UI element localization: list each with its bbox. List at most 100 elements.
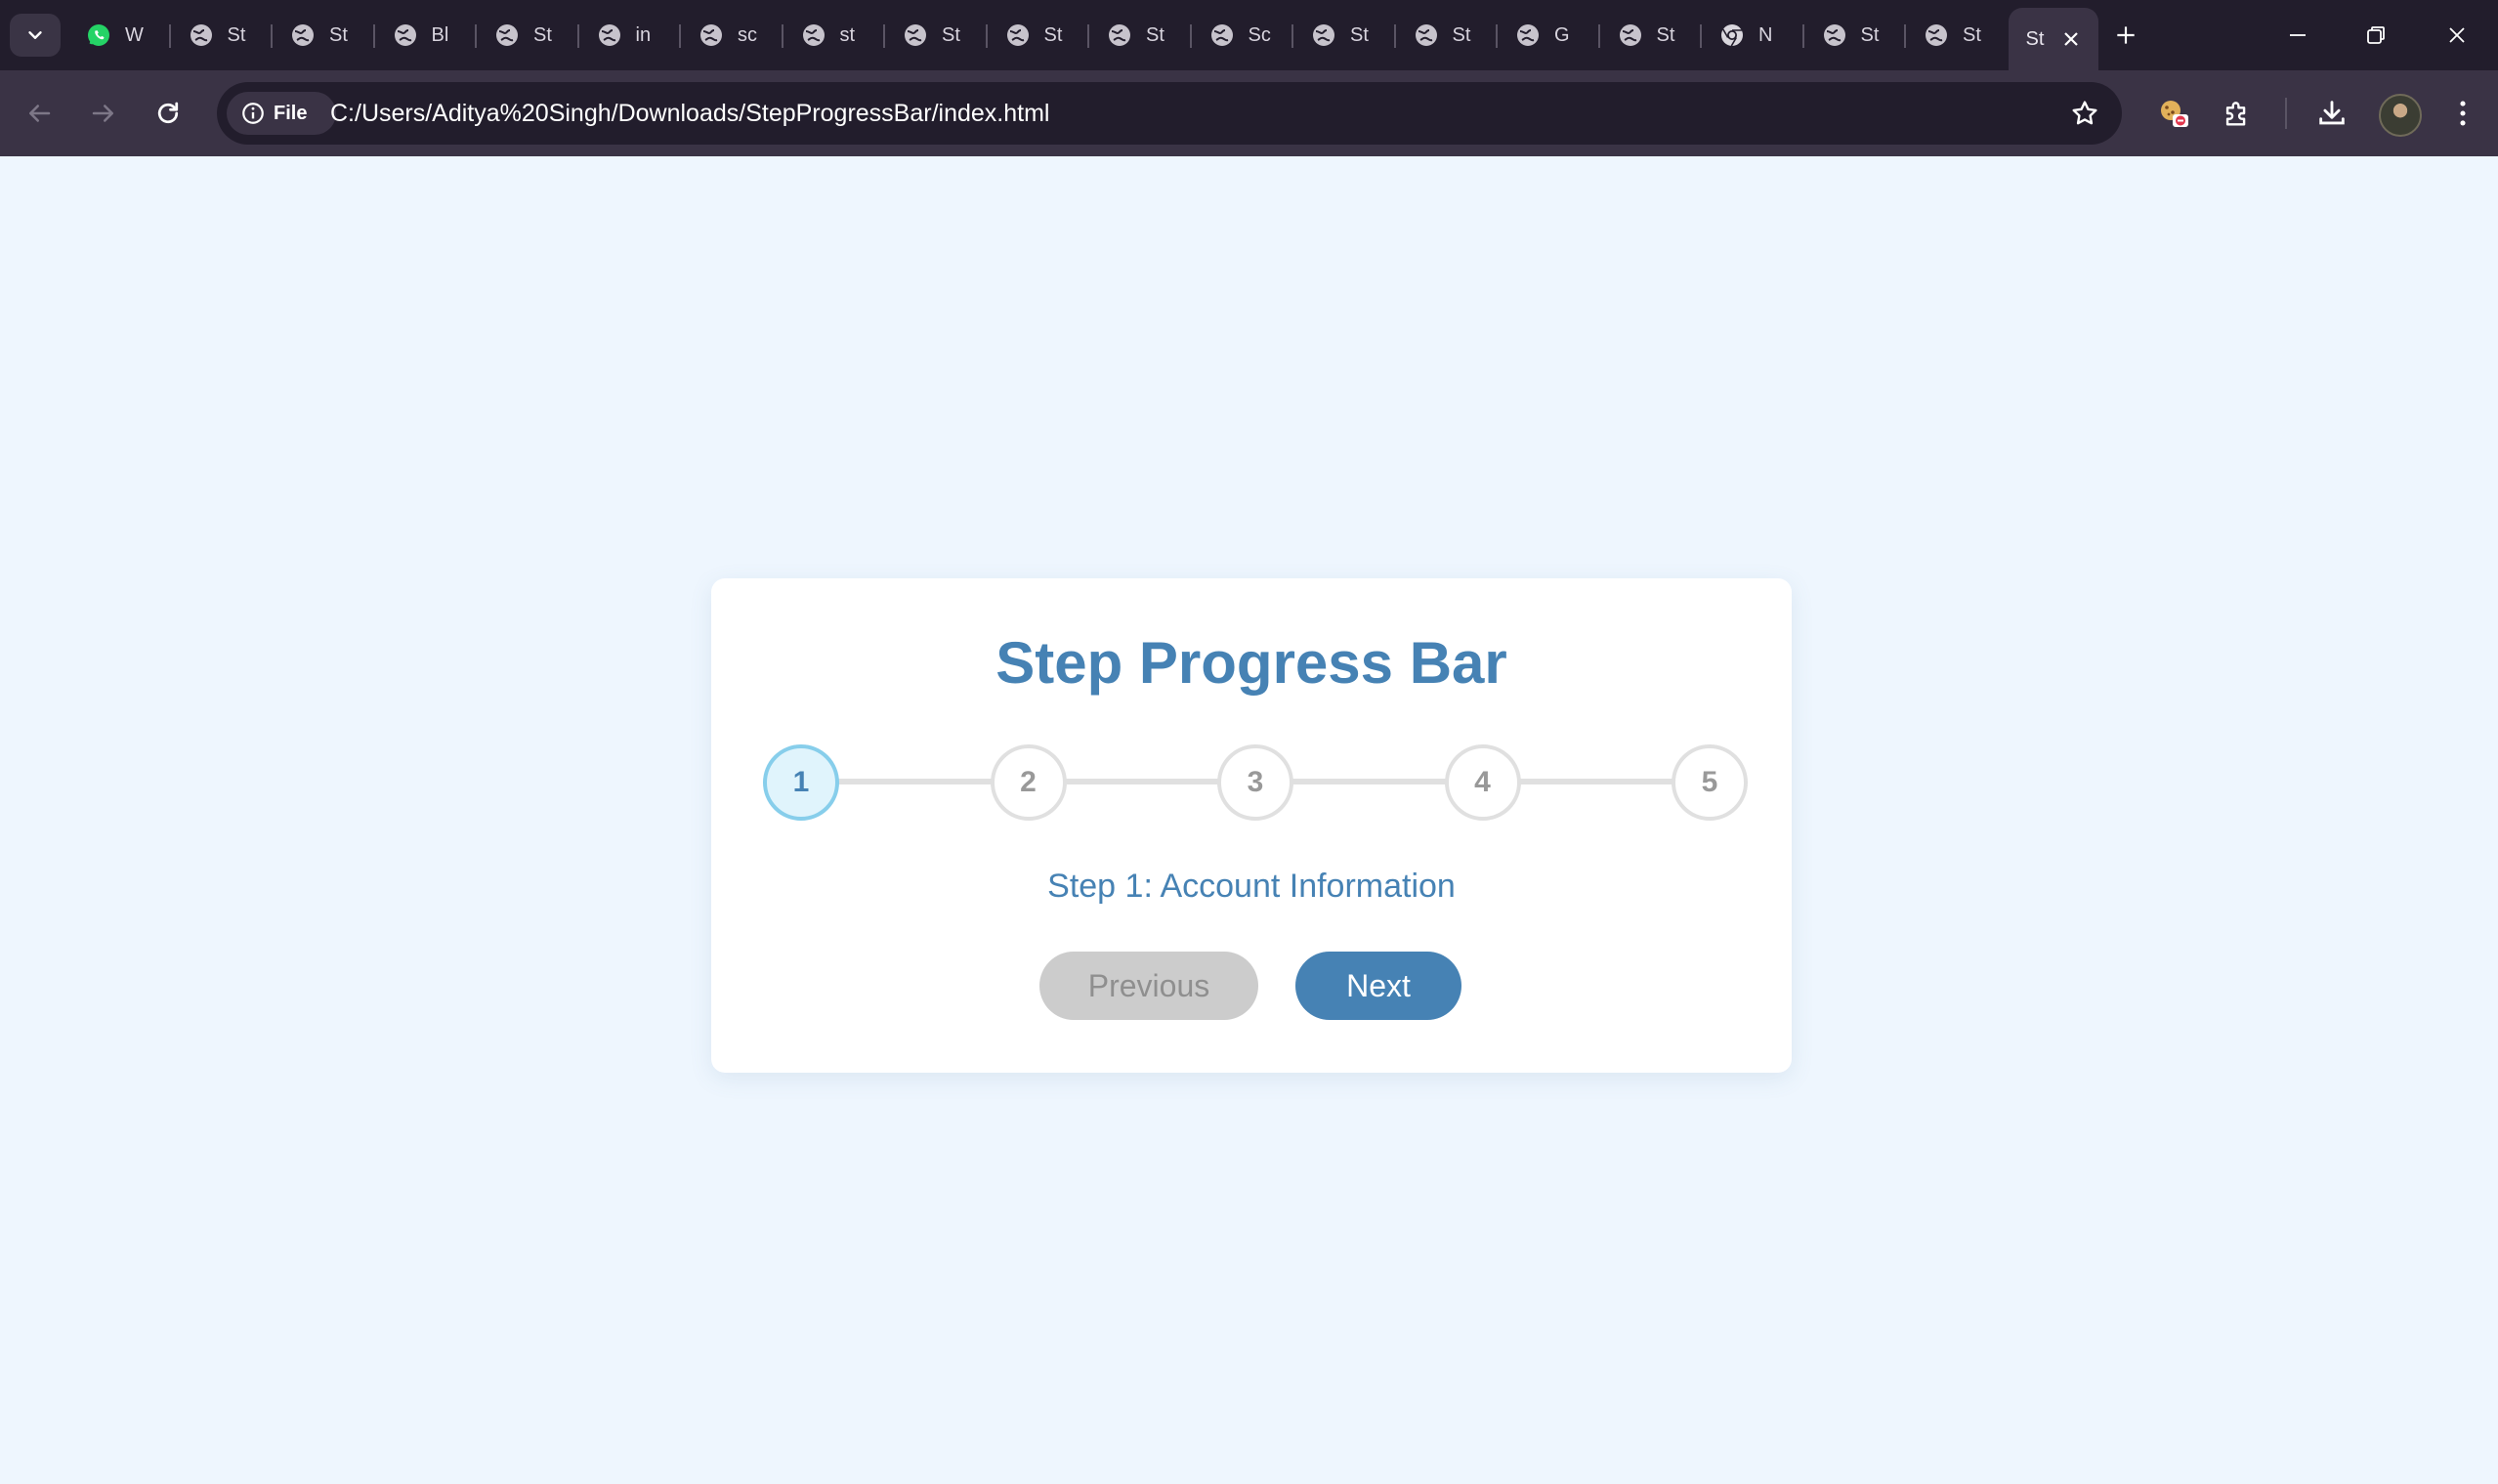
browser-tab[interactable]: st (783, 8, 886, 63)
tab-title: St (1963, 23, 1981, 46)
browser-tab[interactable]: in (579, 8, 682, 63)
tab-title: St (2025, 27, 2045, 50)
step-circle-3: 3 (1217, 744, 1293, 821)
previous-button[interactable]: Previous (1039, 952, 1258, 1020)
new-tab-button[interactable] (2098, 8, 2153, 63)
tab-title: St (1860, 23, 1880, 46)
info-icon (242, 103, 264, 124)
globe-icon (393, 22, 418, 48)
step-progress-card: Step Progress Bar 1 2 3 4 5 Step 1: Account … (711, 578, 1792, 1073)
site-info-chip[interactable]: File (227, 92, 336, 135)
tab-title: sc (738, 23, 757, 46)
tab-title: St (1043, 23, 1063, 46)
current-step-label: Step 1: Account Information (1047, 868, 1456, 905)
browser-tab[interactable]: W (68, 8, 171, 63)
globe-icon (699, 22, 724, 48)
bookmark-star-icon[interactable] (2069, 98, 2100, 129)
step-circle-4: 4 (1444, 744, 1521, 821)
tab-title: W (125, 23, 144, 46)
tab-list: W St St Bl St in sc st St St St Sc St St G St N St St St (68, 8, 2153, 70)
tab-search-button[interactable] (10, 14, 61, 57)
browser-tab[interactable]: sc (681, 8, 783, 63)
extension-cookie-button[interactable] (2150, 90, 2197, 137)
globe-icon (1924, 22, 1949, 48)
plus-icon (2116, 26, 2135, 44)
whatsapp-icon (86, 22, 111, 48)
puzzle-icon (2225, 102, 2246, 126)
arrow-right-icon (92, 105, 113, 122)
browser-tab[interactable]: St (1600, 8, 1703, 63)
globe-icon (903, 22, 928, 48)
tab-title: St (533, 23, 552, 46)
browser-tab[interactable]: St (885, 8, 988, 63)
step-progress-bar: 1 2 3 4 5 (763, 744, 1748, 821)
browser-tab[interactable]: N (1702, 8, 1804, 63)
arrow-left-icon (29, 105, 51, 122)
restore-icon (2367, 26, 2385, 44)
chrome-icon (1719, 22, 1745, 48)
browser-tab[interactable]: G (1498, 8, 1600, 63)
page-title: Step Progress Bar (995, 630, 1507, 696)
minimize-button[interactable] (2257, 0, 2339, 70)
browser-menu-button[interactable] (2439, 90, 2486, 137)
profile-avatar[interactable] (2379, 94, 2422, 137)
reload-button[interactable] (147, 92, 190, 135)
browser-tab[interactable]: St (1293, 8, 1396, 63)
browser-tab[interactable]: Bl (375, 8, 478, 63)
globe-icon (801, 22, 826, 48)
tab-title: Sc (1248, 23, 1271, 46)
more-vertical-icon (2460, 101, 2466, 126)
tab-title: St (1350, 23, 1369, 46)
active-browser-tab[interactable]: St (2008, 8, 2098, 70)
tab-title: St (1452, 23, 1471, 46)
step-circle-1: 1 (763, 744, 839, 821)
back-button[interactable] (18, 92, 61, 135)
reload-icon (157, 102, 179, 124)
globe-icon (290, 22, 316, 48)
forward-button[interactable] (82, 92, 125, 135)
cookie-extension-icon (2161, 101, 2188, 127)
globe-icon (1515, 22, 1541, 48)
url-text[interactable]: C:/Users/Aditya%20Singh/Downloads/StepPr… (330, 82, 1049, 145)
globe-icon (1005, 22, 1031, 48)
browser-tab[interactable]: St (171, 8, 274, 63)
globe-icon (1618, 22, 1643, 48)
toolbar-separator (2285, 98, 2287, 129)
tab-title: St (1146, 23, 1164, 46)
globe-icon (597, 22, 622, 48)
close-tab-icon[interactable] (2059, 27, 2083, 51)
browser-tab[interactable]: St (1089, 8, 1192, 63)
next-button[interactable]: Next (1295, 952, 1461, 1020)
download-icon (2319, 101, 2345, 125)
site-info-label: File (274, 102, 308, 124)
step-circle-2: 2 (990, 744, 1067, 821)
browser-tab[interactable]: St (477, 8, 579, 63)
browser-tab[interactable]: St (1804, 8, 1907, 63)
browser-tab[interactable]: St (273, 8, 375, 63)
globe-icon (494, 22, 520, 48)
step-circle-5: 5 (1672, 744, 1748, 821)
browser-tab[interactable]: St (1906, 8, 2009, 63)
browser-toolbar: File C:/Users/Aditya%20Singh/Downloads/S… (0, 70, 2498, 156)
globe-icon (1107, 22, 1132, 48)
downloads-button[interactable] (2308, 90, 2355, 137)
close-window-button[interactable] (2416, 0, 2498, 70)
address-bar[interactable]: File C:/Users/Aditya%20Singh/Downloads/S… (217, 82, 2122, 145)
browser-tab[interactable]: Sc (1192, 8, 1294, 63)
minimize-icon (2290, 34, 2306, 36)
globe-icon (1209, 22, 1235, 48)
globe-icon (1414, 22, 1439, 48)
tab-title: G (1554, 23, 1570, 46)
browser-tab[interactable]: St (1396, 8, 1499, 63)
restore-button[interactable] (2335, 0, 2417, 70)
tab-title: St (227, 23, 246, 46)
tab-title: St (942, 23, 960, 46)
tab-title: st (839, 23, 856, 46)
chevron-down-icon (28, 31, 42, 39)
browser-tab[interactable]: St (988, 8, 1090, 63)
extensions-button[interactable] (2214, 90, 2261, 137)
globe-icon (1311, 22, 1336, 48)
tab-title: Bl (431, 23, 449, 46)
tab-title: in (635, 23, 652, 46)
tab-title: N (1758, 23, 1773, 46)
